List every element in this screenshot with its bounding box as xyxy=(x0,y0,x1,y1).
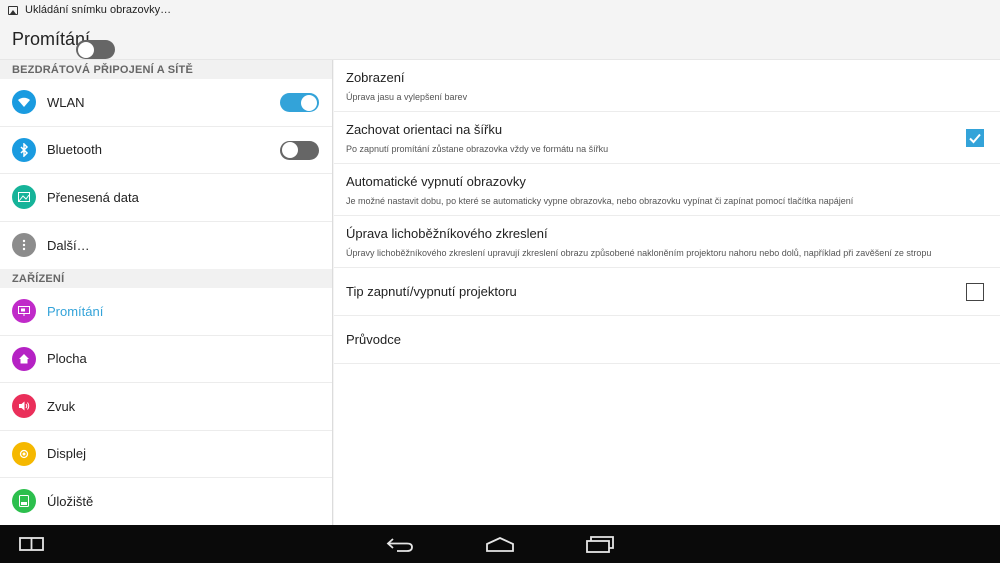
sidebar-item-label: WLAN xyxy=(47,94,85,110)
pref-summary: Je možné nastavit dobu, po které se auto… xyxy=(346,195,854,206)
sidebar-item-label: Zvuk xyxy=(47,398,76,414)
sidebar-item-label: Úložiště xyxy=(47,493,94,509)
sidebar-item-label: Přenesená data xyxy=(47,189,139,205)
sidebar-item-sound[interactable]: Zvuk xyxy=(0,383,332,431)
sidebar-item-storage[interactable]: Úložiště xyxy=(0,478,332,525)
data-usage-icon xyxy=(12,185,36,210)
sidebar-item-label: Displej xyxy=(47,446,87,462)
wlan-toggle[interactable] xyxy=(280,93,319,112)
sidebar-item-more[interactable]: Další… xyxy=(0,222,332,270)
action-bar: Promítání xyxy=(0,20,1000,60)
pref-guide[interactable]: Průvodce xyxy=(334,316,1000,364)
projection-master-toggle[interactable] xyxy=(76,40,116,59)
pref-keystone-correction[interactable]: Úprava lichoběžníkového zkreslení Úpravy… xyxy=(334,216,1000,268)
status-bar: Ukládání snímku obrazovky… xyxy=(0,0,1000,20)
sidebar-item-data-usage[interactable]: Přenesená data xyxy=(0,174,332,222)
section-header-wireless: BEZDRÁTOVÁ PŘIPOJENÍ A SÍTĚ xyxy=(0,60,332,79)
pref-projector-power-tip[interactable]: Tip zapnutí/vypnutí projektoru xyxy=(334,268,1000,316)
brightness-icon xyxy=(12,441,36,466)
status-notification-text: Ukládání snímku obrazovky… xyxy=(25,4,172,16)
pref-title: Tip zapnutí/vypnutí projektoru xyxy=(346,284,517,299)
sidebar-item-display[interactable]: Displej xyxy=(0,431,332,478)
settings-sidebar: BEZDRÁTOVÁ PŘIPOJENÍ A SÍTĚ WLAN Bluetoo… xyxy=(0,60,333,525)
section-header-device: ZAŘÍZENÍ xyxy=(0,269,332,288)
toggle-knob xyxy=(301,94,317,111)
volume-icon xyxy=(12,394,36,419)
bluetooth-toggle[interactable] xyxy=(280,140,319,160)
pref-auto-screen-off[interactable]: Automatické vypnutí obrazovky Je možné n… xyxy=(334,164,1000,216)
pref-title: Průvodce xyxy=(346,332,401,347)
projection-settings-panel: Zobrazení Úprava jasu a vylepšení barev … xyxy=(334,60,1000,525)
toggle-knob xyxy=(282,142,298,158)
sidebar-item-label: Plocha xyxy=(47,351,87,367)
more-icon xyxy=(12,233,36,258)
pref-summary: Úprava jasu a vylepšení barev xyxy=(346,91,468,102)
projector-icon xyxy=(12,299,36,324)
split-screen-icon[interactable] xyxy=(19,537,44,551)
wifi-icon xyxy=(12,90,36,115)
pref-title: Zachovat orientaci na šířku xyxy=(346,121,503,137)
image-icon xyxy=(8,5,18,15)
sidebar-item-projection[interactable]: Promítání xyxy=(0,288,332,336)
keep-landscape-checkbox[interactable] xyxy=(966,128,984,147)
sidebar-item-home-screen[interactable]: Plocha xyxy=(0,336,332,383)
sidebar-item-label: Promítání xyxy=(47,303,104,319)
pref-summary: Úpravy lichoběžníkového zkreslení upravu… xyxy=(346,247,932,258)
recents-icon[interactable] xyxy=(585,535,615,553)
storage-icon xyxy=(12,489,36,514)
home-icon xyxy=(12,346,36,371)
pref-summary: Po zapnutí promítání zůstane obrazovka v… xyxy=(346,143,609,154)
sidebar-item-label: Další… xyxy=(47,237,90,253)
sidebar-item-wlan[interactable]: WLAN xyxy=(0,79,332,127)
back-icon[interactable] xyxy=(385,536,415,553)
check-icon xyxy=(969,133,981,143)
pref-display[interactable]: Zobrazení Úprava jasu a vylepšení barev xyxy=(334,60,1000,112)
home-icon[interactable] xyxy=(485,536,515,552)
sidebar-item-label: Bluetooth xyxy=(47,142,102,158)
navigation-bar xyxy=(0,525,1000,563)
toggle-knob xyxy=(78,41,95,58)
pref-title: Automatické vypnutí obrazovky xyxy=(346,173,526,189)
projector-power-tip-checkbox[interactable] xyxy=(966,282,984,301)
pref-title: Zobrazení xyxy=(346,69,405,85)
pref-keep-landscape[interactable]: Zachovat orientaci na šířku Po zapnutí p… xyxy=(334,112,1000,164)
pref-title: Úprava lichoběžníkového zkreslení xyxy=(346,225,548,241)
bluetooth-icon xyxy=(12,137,36,162)
sidebar-item-bluetooth[interactable]: Bluetooth xyxy=(0,127,332,174)
